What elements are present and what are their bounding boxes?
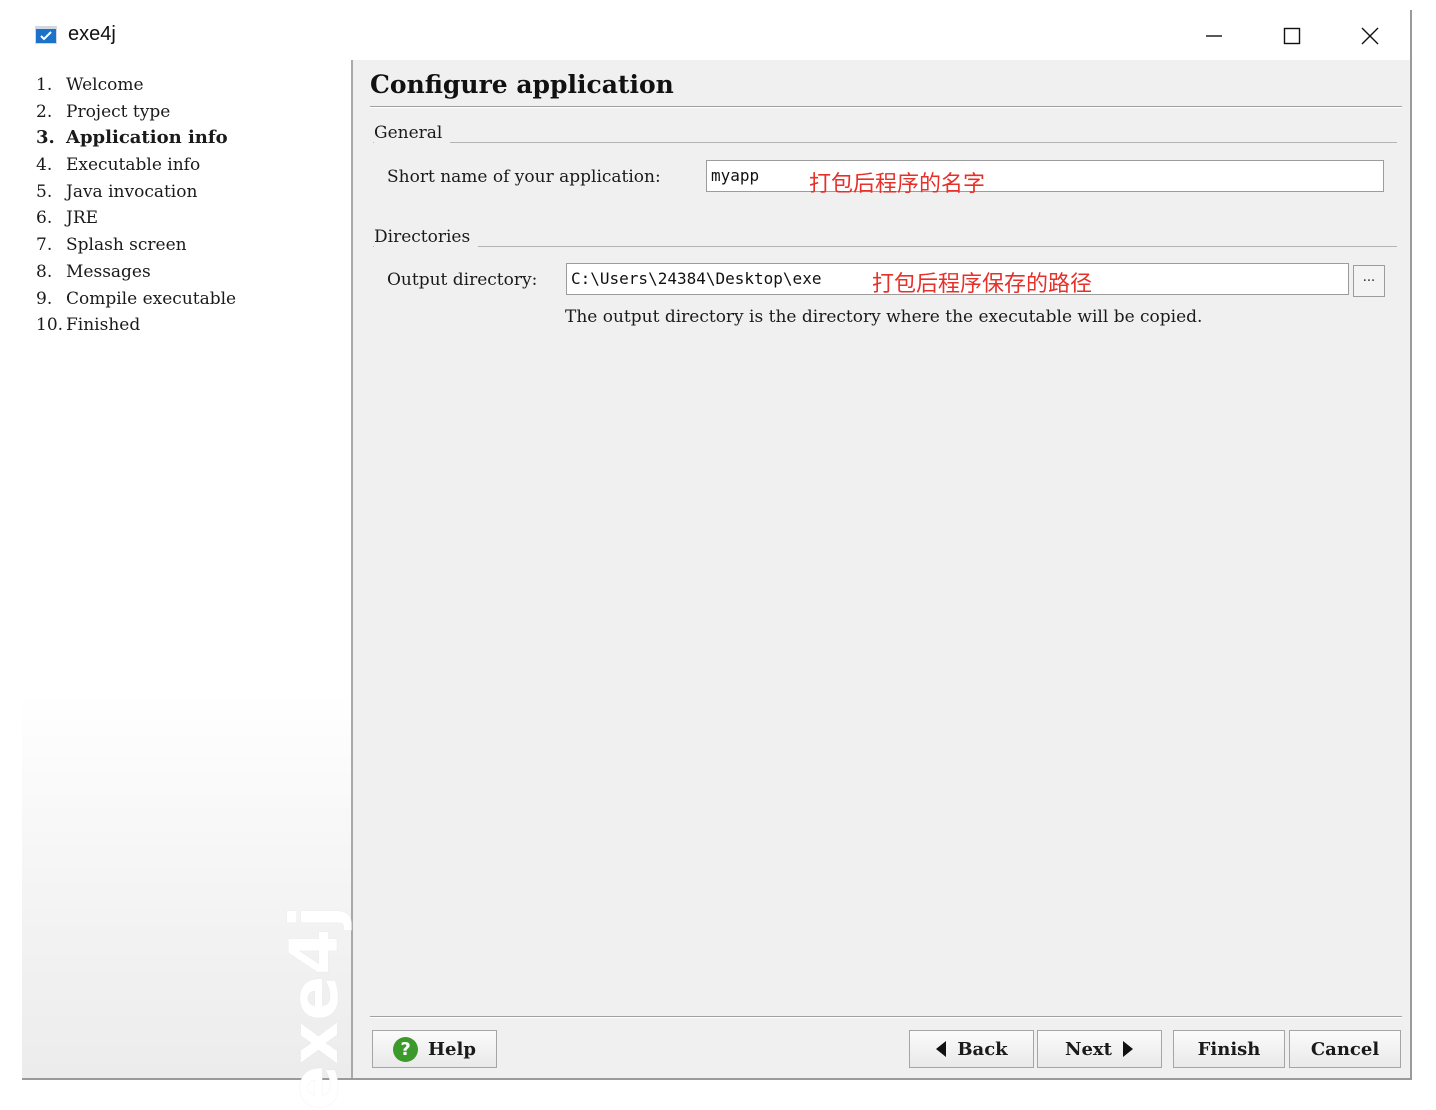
maximize-icon bbox=[1283, 27, 1301, 45]
step-number: 7. bbox=[36, 235, 53, 256]
short-name-input[interactable]: myapp bbox=[706, 160, 1384, 192]
exe4j-watermark-logo: exe4j bbox=[276, 904, 353, 1110]
exe4j-window: exe4j 1. Welcome 2. Project type 3. Applicati… bbox=[22, 10, 1412, 1110]
title-bar: exe4j bbox=[22, 10, 1410, 60]
step-item: 1. Welcome bbox=[36, 72, 236, 99]
step-item: 10. Finished bbox=[36, 312, 236, 339]
step-label: Application info bbox=[66, 127, 228, 149]
step-number: 2. bbox=[36, 101, 53, 122]
step-item: 9. Compile executable bbox=[36, 286, 236, 313]
minimize-icon bbox=[1206, 35, 1222, 37]
step-item: 3. Application info bbox=[36, 125, 236, 152]
step-label: Java invocation bbox=[66, 181, 198, 202]
step-item: 6. JRE bbox=[36, 205, 236, 232]
step-number: 10. bbox=[36, 315, 64, 336]
maximize-button[interactable] bbox=[1254, 15, 1330, 57]
directories-divider bbox=[373, 246, 1397, 247]
help-button-label: Help bbox=[428, 1038, 476, 1060]
close-icon bbox=[1361, 27, 1379, 45]
back-button-label: Back bbox=[957, 1038, 1008, 1060]
step-label: JRE bbox=[66, 208, 99, 229]
short-name-value: myapp bbox=[711, 166, 760, 185]
step-item: 7. Splash screen bbox=[36, 232, 236, 259]
directories-group-label: Directories bbox=[374, 227, 479, 247]
exe4j-app-icon bbox=[35, 26, 57, 44]
back-button[interactable]: Back bbox=[909, 1030, 1034, 1068]
close-button[interactable] bbox=[1332, 15, 1408, 57]
step-label: Compile executable bbox=[66, 288, 237, 309]
step-number: 6. bbox=[36, 208, 53, 229]
step-item: 2. Project type bbox=[36, 99, 236, 126]
step-number: 5. bbox=[36, 181, 53, 202]
finish-button[interactable]: Finish bbox=[1173, 1030, 1285, 1068]
wizard-steps-sidebar: 1. Welcome 2. Project type 3. Application inf… bbox=[22, 60, 353, 1110]
output-directory-hint: The output directory is the directory wh… bbox=[565, 307, 1203, 327]
step-number: 8. bbox=[36, 261, 53, 282]
step-number: 3. bbox=[36, 127, 55, 149]
help-icon: ? bbox=[393, 1036, 419, 1062]
cancel-button-label: Cancel bbox=[1310, 1038, 1380, 1060]
step-number: 1. bbox=[36, 75, 53, 95]
step-label: Welcome bbox=[66, 75, 144, 95]
general-divider bbox=[373, 142, 1397, 143]
next-arrow-icon bbox=[1122, 1041, 1133, 1057]
short-name-label: Short name of your application: bbox=[387, 167, 661, 187]
minimize-button[interactable] bbox=[1176, 15, 1252, 57]
next-button[interactable]: Next bbox=[1037, 1030, 1162, 1068]
steps-list: 1. Welcome 2. Project type 3. Application inf… bbox=[36, 72, 236, 339]
button-bar-divider bbox=[370, 1016, 1402, 1018]
back-arrow-icon bbox=[936, 1041, 947, 1057]
cancel-button[interactable]: Cancel bbox=[1289, 1030, 1401, 1068]
step-number: 4. bbox=[36, 155, 53, 176]
step-label: Messages bbox=[66, 261, 151, 282]
step-label: Finished bbox=[66, 315, 141, 336]
step-item: 4. Executable info bbox=[36, 152, 236, 179]
step-label: Project type bbox=[66, 101, 171, 122]
output-directory-label: Output directory: bbox=[387, 270, 538, 290]
page-title: Configure application bbox=[370, 70, 674, 99]
title-divider bbox=[370, 106, 1402, 108]
help-button[interactable]: ? Help bbox=[372, 1030, 497, 1068]
output-directory-annotation: 打包后程序保存的路径 bbox=[872, 272, 1093, 297]
browse-button[interactable]: ... bbox=[1353, 265, 1385, 297]
general-group-label: General bbox=[374, 123, 451, 143]
output-directory-value: C:\Users\24384\Desktop\exe bbox=[571, 269, 822, 288]
finish-button-label: Finish bbox=[1197, 1038, 1261, 1060]
next-button-label: Next bbox=[1065, 1038, 1112, 1060]
window-title: exe4j bbox=[68, 23, 116, 45]
step-label: Executable info bbox=[66, 155, 201, 176]
step-number: 9. bbox=[36, 288, 53, 309]
main-panel: Configure application General Short name… bbox=[353, 60, 1410, 1078]
short-name-annotation: 打包后程序的名字 bbox=[809, 172, 986, 197]
step-item: 5. Java invocation bbox=[36, 179, 236, 206]
step-label: Splash screen bbox=[66, 235, 187, 256]
step-item: 8. Messages bbox=[36, 259, 236, 286]
